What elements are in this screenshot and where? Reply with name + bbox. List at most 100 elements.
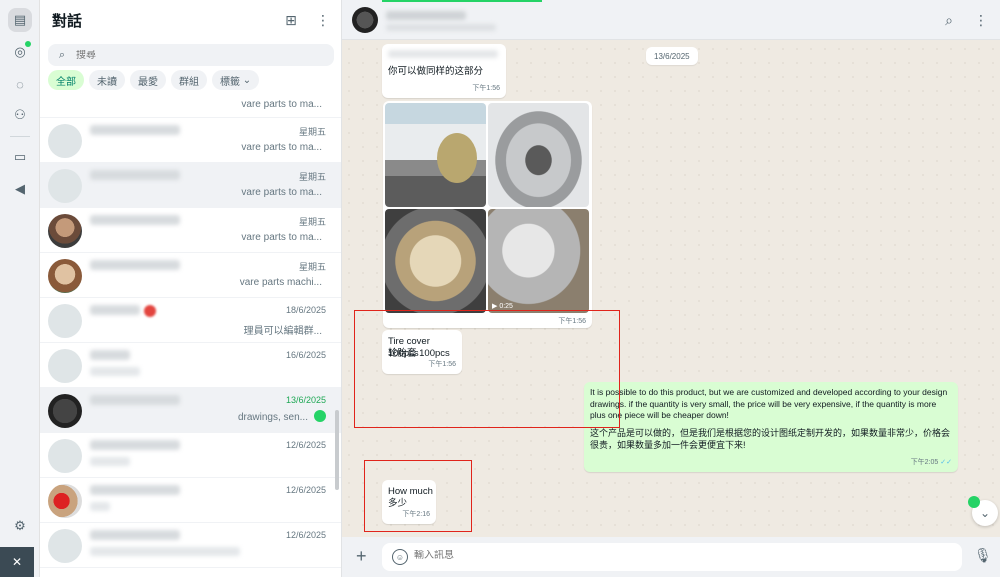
search-bar[interactable]: ⌕ [48, 44, 334, 66]
video-duration: ▶ 0:25 [492, 303, 513, 310]
chat-preview [90, 502, 110, 511]
search-icon[interactable]: ⌕ [940, 11, 958, 29]
incoming-message[interactable]: 你可以做同样的这部分 下午1:56 [382, 44, 506, 98]
page-title: 對話 [52, 13, 83, 30]
chat-preview: vare parts to ma... [241, 187, 322, 198]
chat-name [90, 440, 180, 450]
catalog-icon[interactable]: ▭ [8, 145, 32, 169]
profile-label: ✕ [11, 555, 23, 569]
menu-icon[interactable]: ⋮ [972, 11, 990, 29]
channels-icon[interactable]: ◌ [8, 72, 32, 96]
chat-preview [90, 547, 240, 556]
date-divider: 13/6/2025 [646, 47, 698, 65]
chat-preview: vare parts to ma... [241, 99, 322, 110]
communities-icon[interactable]: ⚇ [8, 103, 32, 127]
image-album[interactable]: ▶ 0:25 下午1:56 [383, 101, 592, 328]
filter-labels-text: 標籤 [220, 76, 240, 88]
unread-indicator [314, 410, 326, 422]
album-video[interactable]: ▶ 0:25 [488, 209, 589, 313]
chat-list-header: 對話 ⊞ ⋮ [40, 0, 341, 40]
group-avatar [48, 304, 82, 338]
message-input[interactable] [414, 550, 934, 561]
chat-name [90, 530, 180, 540]
avatar [48, 439, 82, 473]
album-image[interactable] [385, 103, 486, 207]
search-input[interactable] [76, 49, 316, 61]
chat-time: 18/6/2025 [285, 305, 326, 315]
chat-row[interactable]: 12/6/2025 [40, 433, 341, 478]
chat-name [90, 305, 140, 315]
chat-row[interactable]: 星期五 vare parts to ma... [40, 208, 341, 253]
chat-preview [90, 457, 130, 466]
chat-name [90, 395, 180, 405]
chat-time: 12/6/2025 [285, 440, 326, 450]
chat-row[interactable]: 18/6/2025 理員可以編輯群... [40, 298, 341, 343]
emoji-icon[interactable]: ☺ [392, 549, 408, 565]
unread-badge [144, 305, 156, 317]
chat-row[interactable]: vare parts to ma... [40, 96, 341, 118]
chat-row[interactable]: 16/6/2025 [40, 343, 341, 388]
chat-preview: drawings, sen... [237, 412, 308, 423]
message-input-box[interactable]: ☺ [382, 543, 962, 571]
filter-all[interactable]: 全部 [48, 70, 84, 90]
chat-time: 星期五 [298, 217, 326, 227]
chat-rows: vare parts to ma... 星期五 vare parts to ma… [40, 96, 341, 568]
megaphone-icon[interactable]: ◀ [8, 177, 32, 201]
message-text: 这个产品是可以做的，但是我们是根据您的设计图纸定制开发的，如果数量非常少，价格会… [590, 428, 951, 450]
quoted-text [388, 50, 498, 58]
chat-list-scrollbar[interactable] [335, 410, 339, 490]
highlight-box [354, 310, 620, 428]
chats-icon[interactable]: ▤ [8, 8, 32, 32]
avatar [48, 484, 82, 518]
outgoing-message[interactable]: It is possible to do this product, but w… [584, 382, 958, 472]
contact-avatar[interactable] [352, 7, 378, 33]
microphone-icon[interactable]: 🎙 [974, 547, 992, 564]
new-chat-icon[interactable]: ⊞ [282, 11, 300, 29]
chat-row[interactable]: 12/6/2025 [40, 523, 341, 568]
chat-row[interactable]: 12/6/2025 [40, 478, 341, 523]
rail-divider [10, 136, 30, 137]
chevron-down-icon: ⌄ [242, 74, 252, 86]
chat-time: 12/6/2025 [285, 530, 326, 540]
chat-time: 星期五 [298, 262, 326, 272]
chat-name [90, 260, 180, 270]
album-image[interactable] [488, 103, 589, 207]
chat-list-panel: 對話 ⊞ ⋮ ⌕ 全部 未讀 最愛 群組 標籤 ⌄ vare parts to … [40, 0, 342, 577]
message-meta: 下午2:05 ✓✓ [911, 457, 952, 469]
read-ticks-icon: ✓✓ [940, 459, 952, 466]
message-time: 下午1:56 [472, 85, 500, 92]
chat-name [90, 215, 180, 225]
profile-avatar[interactable]: ✕ [0, 547, 34, 577]
message-time: 下午2:05 [910, 459, 939, 466]
chat-row[interactable]: 星期五 vare parts to ma... [40, 118, 341, 163]
filter-labels[interactable]: 標籤 ⌄ [212, 70, 260, 90]
attach-plus-icon[interactable]: + [356, 546, 367, 567]
filter-unread[interactable]: 未讀 [89, 70, 125, 90]
album-image[interactable] [385, 209, 486, 313]
filter-groups[interactable]: 群組 [171, 70, 207, 90]
avatar [48, 394, 82, 428]
chat-time: 16/6/2025 [285, 350, 326, 360]
chat-time: 星期五 [298, 127, 326, 137]
message-text: It is possible to do this product, but w… [590, 387, 948, 420]
composer: + ☺ 🎙 [342, 537, 1000, 577]
conversation-header[interactable]: ⌕ ⋮ [342, 0, 1000, 40]
status-icon[interactable]: ◎ [8, 40, 32, 64]
filter-chips: 全部 未讀 最愛 群組 標籤 ⌄ [48, 70, 260, 90]
chat-row[interactable]: 星期五 vare parts to ma... [40, 163, 341, 208]
chat-time: 星期五 [298, 172, 326, 182]
conversation-panel: ⌕ ⋮ 13/6/2025 你可以做同样的这部分 下午1:56 ▶ 0:25 下… [342, 0, 1000, 577]
contact-status [386, 24, 496, 31]
settings-icon[interactable]: ⚙ [8, 514, 32, 538]
chat-name [90, 485, 180, 495]
chat-preview: 理員可以編輯群... [243, 326, 322, 337]
avatar [48, 214, 82, 248]
spare-tire-cover [437, 133, 477, 183]
message-text: 你可以做同样的这部分 [388, 66, 484, 77]
filter-favorites[interactable]: 最愛 [130, 70, 166, 90]
menu-icon[interactable]: ⋮ [314, 11, 332, 29]
chat-row[interactable]: 星期五 vare parts machi... [40, 253, 341, 298]
chat-preview: vare parts to ma... [241, 232, 322, 243]
chat-row-active[interactable]: 13/6/2025 drawings, sen... [40, 388, 341, 433]
chat-name [90, 125, 180, 135]
